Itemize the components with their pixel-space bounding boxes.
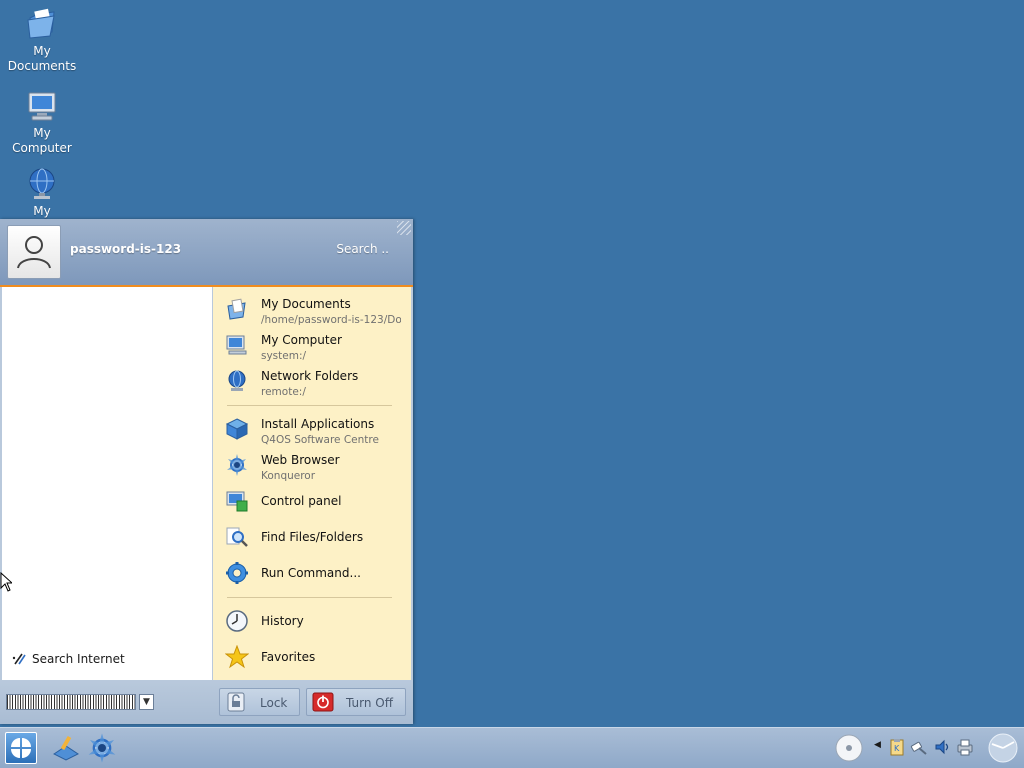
desktop-icon-my-network[interactable]: My [0,166,84,219]
desktop-icon-label: Computer [12,141,72,155]
power-icon [312,692,334,712]
menu-item-subtitle: Konqueror [261,470,316,482]
user-silhouette-icon [17,236,51,269]
computer-icon [28,92,56,121]
volume-speaker-icon[interactable] [934,738,952,756]
star-favorites-icon [225,645,249,669]
desktop-icon-label: My [33,204,51,218]
menu-separator [227,597,392,598]
documents-folder-icon [227,298,246,320]
run-gear-icon [226,562,248,584]
menu-item-my-documents[interactable]: My Documents /home/password-is-123/Docum… [213,291,411,327]
menu-item-title: History [261,614,304,628]
menu-item-title: Favorites [261,650,316,664]
menu-item-network-folders[interactable]: Network Folders remote:/ [213,363,411,399]
desktop-icon-my-computer[interactable]: My Computer [0,88,84,156]
menu-item-favorites[interactable]: Favorites [213,639,411,675]
start-menu: password-is-123 Search .. Search Interne… [0,219,413,724]
taskbar-konqueror-button[interactable] [86,732,118,764]
clock-icon[interactable] [986,732,1020,764]
user-avatar[interactable] [7,225,61,279]
taskbar-desktop-button[interactable] [50,732,82,764]
menu-item-title: Run Command... [261,566,361,580]
menu-item-history[interactable]: History [213,603,411,639]
desktop-icon-label: My [33,126,51,140]
menu-item-subtitle: remote:/ [261,386,306,398]
desktop-icon-label: Documents [7,59,77,73]
computer-icon [226,335,247,355]
menu-item-title: Find Files/Folders [261,530,364,544]
konqueror-browser-icon [88,733,116,763]
search-internet-button[interactable]: Search Internet [12,652,125,666]
network-globe-icon [29,168,55,199]
run-command-input[interactable] [6,694,136,710]
menu-separator [227,405,392,406]
lock-icon [227,692,245,712]
start-menu-footer: ▼ Lock Turn Off [0,680,413,724]
start-menu-header: password-is-123 Search .. [0,219,413,287]
resize-grip[interactable] [397,221,411,235]
software-box-icon [225,418,249,440]
menu-item-subtitle: system:/ [261,350,307,362]
tray-expand-arrow-icon[interactable]: ◀ [874,740,882,758]
menu-item-find-files[interactable]: Find Files/Folders [213,519,411,555]
search-internet-label: Search Internet [32,652,125,666]
menu-item-control-panel[interactable]: Control panel [213,483,411,519]
menu-item-my-computer[interactable]: My Computer system:/ [213,327,411,363]
folder-documents-icon [27,8,55,39]
konqueror-browser-icon [227,454,247,476]
run-command-dropdown[interactable]: ▼ [139,694,154,710]
menu-item-web-browser[interactable]: Web Browser Konqueror [213,447,411,483]
svg-text:K: K [894,744,900,753]
menu-item-title: My Documents [261,297,351,311]
turn-off-label: Turn Off [346,696,393,710]
mouse-pointer-icon [0,572,12,592]
klipper-clipboard-icon[interactable]: K [888,738,906,756]
cd-disc-icon[interactable] [834,733,864,763]
network-connection-icon[interactable] [910,738,928,756]
menu-search-button[interactable]: Search .. [336,242,389,256]
menu-item-subtitle: Q4OS Software Centre [261,434,379,446]
menu-item-title: Install Applications [261,417,375,431]
show-desktop-icon [53,735,79,761]
network-globe-icon [228,370,246,391]
taskbar: ◀ K [0,727,1024,768]
q4os-start-icon [11,738,31,758]
desktop-icon-label: My [33,44,51,58]
find-magnifier-icon [226,527,248,547]
menu-item-title: Web Browser [261,453,340,467]
lock-button[interactable]: Lock [219,688,300,716]
printer-icon[interactable] [956,738,974,756]
turn-off-button[interactable]: Turn Off [306,688,406,716]
menu-item-run-command[interactable]: Run Command... [213,555,411,591]
clock-history-icon [226,610,248,632]
user-name: password-is-123 [70,242,182,256]
start-menu-button[interactable] [5,732,37,764]
recent-apps-panel: Search Internet [2,287,212,680]
search-internet-icon [12,653,26,665]
control-panel-icon [226,491,248,512]
menu-item-title: Control panel [261,494,342,508]
chevron-down-icon: ▼ [143,697,150,707]
desktop-icon-my-documents[interactable]: My Documents [0,6,84,74]
lock-label: Lock [260,696,288,710]
menu-item-subtitle: /home/password-is-123/Documents [261,314,401,326]
menu-item-title: My Computer [261,333,342,347]
menu-item-install-applications[interactable]: Install Applications Q4OS Software Centr… [213,411,411,447]
menu-item-title: Network Folders [261,369,359,383]
places-panel: My Documents /home/password-is-123/Docum… [213,287,411,680]
